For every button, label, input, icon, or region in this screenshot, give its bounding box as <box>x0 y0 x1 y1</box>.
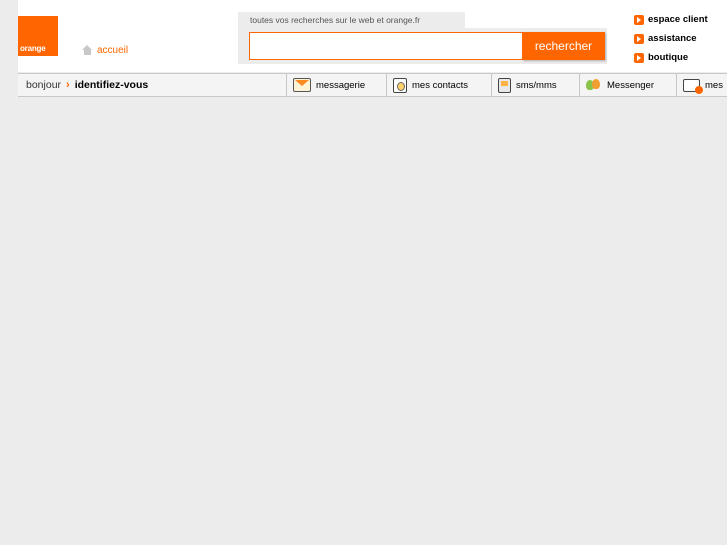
page: orange accueil toutes vos recherches sur… <box>18 0 727 545</box>
greeting-text: bonjour <box>26 79 62 91</box>
top-links: espace client assistance boutique <box>634 10 708 67</box>
home-icon <box>82 45 93 56</box>
mes-icon <box>683 78 703 94</box>
contacts-icon <box>393 77 407 93</box>
orange-logo[interactable]: orange <box>18 16 58 56</box>
nav-item-label: messagerie <box>316 79 366 91</box>
service-navbar: bonjour › identifiez-vous messagerie mes… <box>18 73 727 97</box>
arrow-right-icon <box>634 14 644 25</box>
top-link-label: espace client <box>648 14 708 25</box>
nav-item-messenger[interactable]: Messenger <box>579 74 676 96</box>
home-label: accueil <box>97 45 129 56</box>
nav-item-contacts[interactable]: mes contacts <box>386 74 491 96</box>
nav-item-label: mes contacts <box>412 79 468 91</box>
boutique-link[interactable]: boutique <box>634 48 708 67</box>
search-button[interactable]: rechercher <box>522 32 605 60</box>
nav-item-label: sms/mms <box>516 79 557 91</box>
logo-text: orange <box>20 44 46 53</box>
header: orange accueil toutes vos recherches sur… <box>18 0 727 72</box>
search-box: rechercher <box>238 28 607 64</box>
chevron-right-icon: › <box>66 79 70 91</box>
nav-item-label: Messenger <box>607 79 654 91</box>
nav-item-messagerie[interactable]: messagerie <box>286 74 386 96</box>
sms-icon <box>498 77 511 93</box>
top-link-label: assistance <box>648 33 697 44</box>
mail-icon <box>293 78 311 92</box>
arrow-right-icon <box>634 33 644 44</box>
nav-item-mes[interactable]: mes <box>676 74 727 96</box>
arrow-right-icon <box>634 52 644 63</box>
espace-client-link[interactable]: espace client <box>634 10 708 29</box>
greeting: bonjour › identifiez-vous <box>26 79 148 91</box>
login-link[interactable]: identifiez-vous <box>75 79 149 91</box>
assistance-link[interactable]: assistance <box>634 29 708 48</box>
nav-item-label: mes <box>705 79 723 91</box>
home-link[interactable]: accueil <box>82 45 128 56</box>
search-tab[interactable]: toutes vos recherches sur le web et oran… <box>238 12 465 28</box>
messenger-icon <box>586 78 602 92</box>
top-link-label: boutique <box>648 52 689 63</box>
search-input[interactable] <box>249 32 522 60</box>
nav-item-sms[interactable]: sms/mms <box>491 74 579 96</box>
